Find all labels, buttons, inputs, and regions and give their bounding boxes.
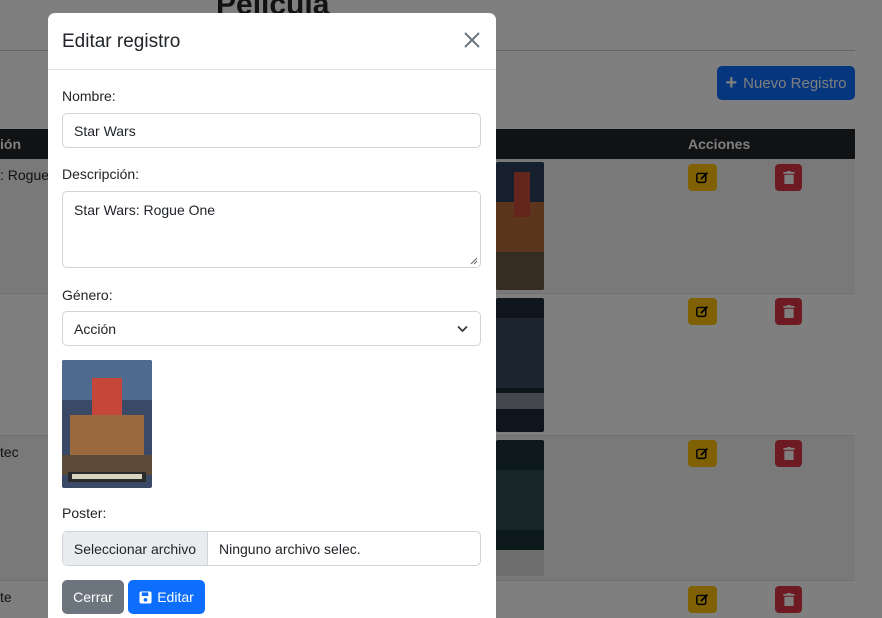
poster-label: Poster:: [62, 505, 107, 521]
genero-label: Género:: [62, 287, 113, 303]
descripcion-label: Descripción:: [62, 166, 140, 182]
edit-record-modal: Editar registro Nombre: Star Wars Descri…: [48, 13, 496, 618]
save-icon: [139, 590, 152, 604]
genero-select[interactable]: Acción: [62, 311, 481, 346]
modal-close-button[interactable]: [460, 29, 484, 53]
close-button[interactable]: Cerrar: [62, 580, 124, 614]
choose-file-button[interactable]: Seleccionar archivo: [63, 532, 208, 565]
poster-preview-image: [62, 360, 152, 488]
nombre-label: Nombre:: [62, 88, 116, 104]
close-icon: [464, 31, 480, 48]
nombre-value: Star Wars: [74, 122, 136, 139]
poster-file-input[interactable]: Seleccionar archivo Ninguno archivo sele…: [62, 531, 481, 566]
modal-title: Editar registro: [62, 31, 181, 52]
chosen-file-name: Ninguno archivo selec.: [219, 541, 361, 557]
nombre-input[interactable]: Star Wars: [62, 113, 481, 148]
modal-header: Editar registro: [48, 13, 496, 70]
genero-selected-value: Acción: [74, 320, 117, 337]
descripcion-textarea[interactable]: Star Wars: Rogue One: [62, 191, 481, 268]
resize-grip-icon[interactable]: [470, 257, 478, 265]
edit-submit-label: Editar: [157, 589, 194, 605]
descripcion-value: Star Wars: Rogue One: [74, 202, 216, 218]
chevron-down-icon: [457, 325, 468, 333]
edit-submit-button[interactable]: Editar: [128, 580, 205, 614]
